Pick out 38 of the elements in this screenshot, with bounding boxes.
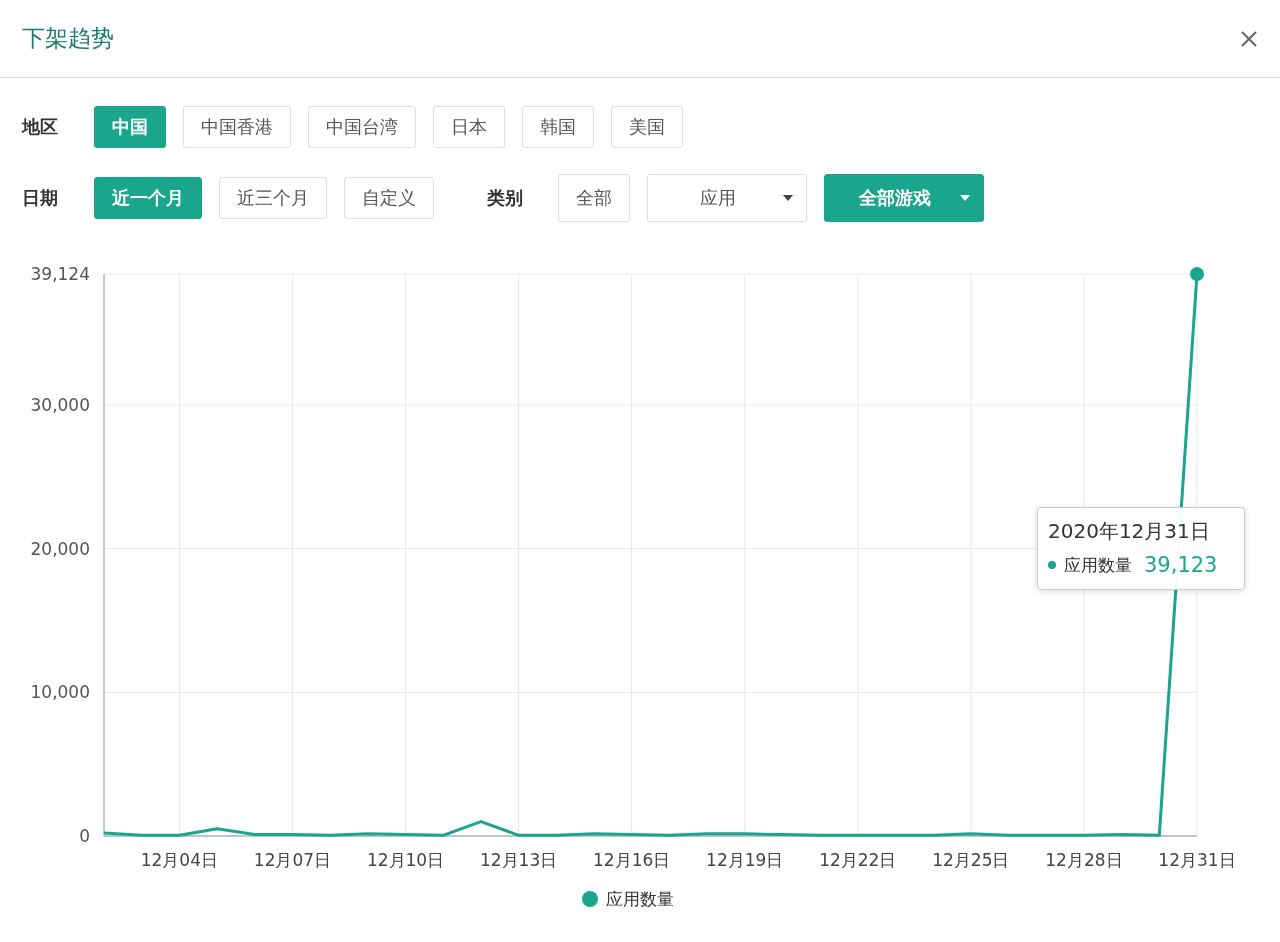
x-tick-label: 12月10日: [366, 850, 445, 870]
x-tick-label: 12月31日: [1158, 850, 1236, 870]
y-tick-label: 20,000: [30, 538, 90, 559]
x-tick-label: 12月13日: [479, 850, 558, 870]
legend-label: 应用数量: [606, 889, 674, 909]
filter-button[interactable]: 韩国: [522, 106, 594, 148]
tooltip-date: 2020年12月31日: [1048, 518, 1211, 545]
filter-label: 类别: [487, 186, 523, 210]
series-name: 应用数量: [1064, 553, 1132, 577]
caret-icon: [959, 194, 971, 202]
y-tick-label: 30,000: [30, 395, 90, 416]
legend-item[interactable]: 应用数量: [582, 889, 674, 909]
dropdown[interactable]: 应用: [647, 174, 807, 222]
series-dot: [1048, 561, 1056, 569]
filter-button[interactable]: 美国: [611, 106, 683, 148]
filter-label: 日期: [22, 186, 59, 210]
filter-button[interactable]: 全部: [558, 174, 630, 222]
filter-button[interactable]: 自定义: [344, 177, 434, 219]
y-tick-label: 0: [79, 826, 90, 846]
x-tick-label: 12月16日: [593, 850, 671, 870]
tooltip-value: 39,123: [1144, 553, 1218, 577]
filter-label: 地区: [22, 115, 59, 139]
caret-icon: [782, 194, 794, 202]
filter-button[interactable]: 近三个月: [219, 177, 327, 219]
x-tick-label: 12月19日: [706, 850, 784, 870]
x-tick-label: 12月04日: [140, 850, 218, 870]
filter-button[interactable]: 中国台湾: [308, 106, 416, 148]
y-tick-label: 39,124: [30, 264, 90, 284]
dialog-title: 下架趋势: [22, 24, 114, 53]
close-icon[interactable]: [1240, 29, 1258, 48]
x-tick-label: 12月28日: [1045, 850, 1123, 870]
filter-button[interactable]: 日本: [433, 106, 505, 148]
y-tick-label: 10,000: [30, 682, 90, 703]
filter-button[interactable]: 中国香港: [183, 106, 291, 148]
x-tick-label: 12月25日: [932, 850, 1010, 870]
x-tick-label: 12月07日: [253, 850, 332, 870]
highlighted-point: [1190, 267, 1204, 281]
x-tick-label: 12月22日: [819, 850, 897, 870]
